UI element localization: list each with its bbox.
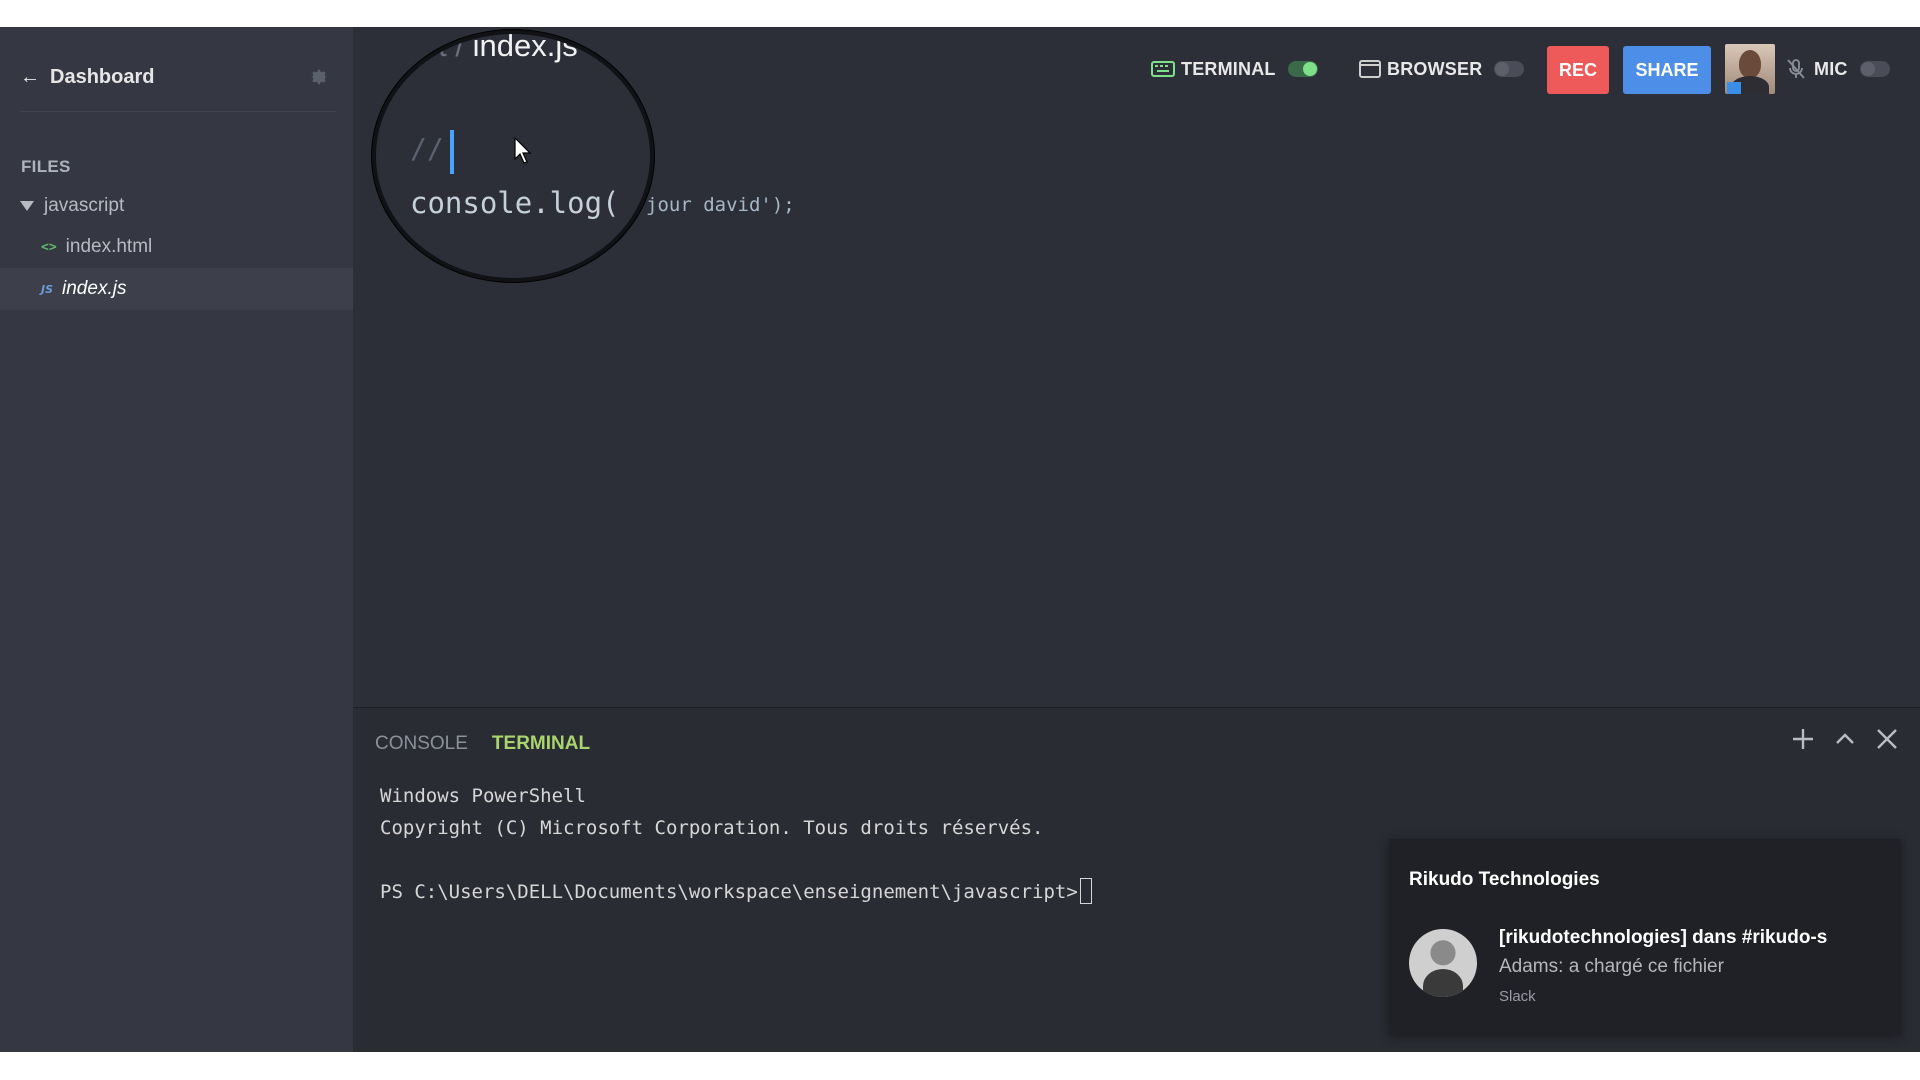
panel-tabs: CONSOLE TERMINAL: [375, 733, 590, 755]
html-file-icon: <>: [41, 239, 57, 255]
terminal-line: Copyright (C) Microsoft Corporation. Tou…: [380, 817, 1044, 839]
back-to-dashboard-button[interactable]: ← Dashboard: [20, 66, 154, 89]
gear-icon[interactable]: [308, 66, 330, 88]
tab-console[interactable]: CONSOLE: [375, 733, 468, 755]
breadcrumb: ipt / index.js: [414, 30, 578, 64]
mouse-pointer-icon: [514, 137, 532, 164]
plus-icon[interactable]: [1790, 726, 1816, 752]
files-section-label: FILES: [21, 157, 71, 176]
terminal-toggle-label: TERMINAL: [1181, 58, 1276, 79]
status-indicator: [1727, 82, 1741, 94]
record-button[interactable]: REC: [1547, 46, 1609, 94]
caret-down-icon: [20, 201, 34, 211]
mic-muted-icon: [1787, 59, 1805, 79]
breadcrumb-file: index.js: [472, 30, 578, 63]
notification-app-name: Rikudo Technologies: [1409, 869, 1600, 890]
panel-actions: [1790, 726, 1900, 752]
share-button[interactable]: SHARE: [1623, 46, 1711, 94]
mic-toggle-group[interactable]: MIC: [1786, 44, 1890, 94]
notification-avatar: [1409, 929, 1477, 997]
file-item-index-html[interactable]: <> index.html: [0, 226, 353, 268]
breadcrumb-folder: ipt /: [414, 30, 464, 63]
notification-title: [rikudotechnologies] dans #rikudo-s: [1499, 927, 1828, 948]
text-caret: [450, 130, 454, 174]
browser-window-icon: [1359, 60, 1381, 78]
app-window: ← Dashboard FILES javascript <> index.ht…: [0, 27, 1920, 1052]
sidebar: ← Dashboard FILES javascript <> index.ht…: [0, 27, 353, 1052]
tab-terminal[interactable]: TERMINAL: [492, 733, 590, 755]
dashboard-label: Dashboard: [50, 65, 155, 88]
user-avatar[interactable]: [1725, 44, 1775, 94]
arrow-left-icon: ←: [20, 65, 40, 88]
js-file-icon: JS: [41, 282, 54, 296]
notification-source: Slack: [1499, 988, 1536, 1005]
code-line-1: jour david');: [646, 194, 795, 216]
file-label: index.html: [65, 236, 153, 257]
terminal-prompt: PS C:\Users\DELL\Documents\workspace\ens…: [380, 881, 1078, 903]
chevron-up-icon[interactable]: [1832, 726, 1858, 752]
terminal-toggle-switch[interactable]: [1287, 61, 1318, 77]
code-comment: //: [410, 132, 444, 165]
file-item-index-js[interactable]: JS index.js: [0, 268, 353, 310]
file-label: index.js: [62, 278, 127, 299]
mic-toggle-switch[interactable]: [1859, 61, 1890, 77]
sidebar-header: ← Dashboard: [20, 60, 330, 94]
keyboard-icon: [1151, 61, 1175, 77]
close-icon[interactable]: [1874, 726, 1900, 752]
browser-toggle-switch[interactable]: [1494, 61, 1525, 77]
mic-toggle-label: MIC: [1814, 58, 1848, 79]
folder-javascript[interactable]: javascript: [20, 192, 124, 220]
notification-toast[interactable]: Rikudo Technologies [rikudotechnologies]…: [1389, 839, 1901, 1035]
browser-toggle-group[interactable]: BROWSER: [1359, 44, 1525, 94]
notification-body: Adams: a chargé ce fichier: [1499, 956, 1724, 977]
sidebar-divider: [20, 111, 336, 112]
folder-label: javascript: [44, 195, 125, 216]
code-console-log: console.log(: [410, 186, 620, 220]
terminal-cursor: [1079, 878, 1092, 904]
terminal-line: Windows PowerShell: [380, 785, 586, 807]
terminal-toggle-group[interactable]: TERMINAL: [1151, 44, 1318, 94]
browser-toggle-label: BROWSER: [1387, 58, 1483, 79]
terminal-output[interactable]: Windows PowerShell Copyright (C) Microso…: [380, 780, 1092, 908]
